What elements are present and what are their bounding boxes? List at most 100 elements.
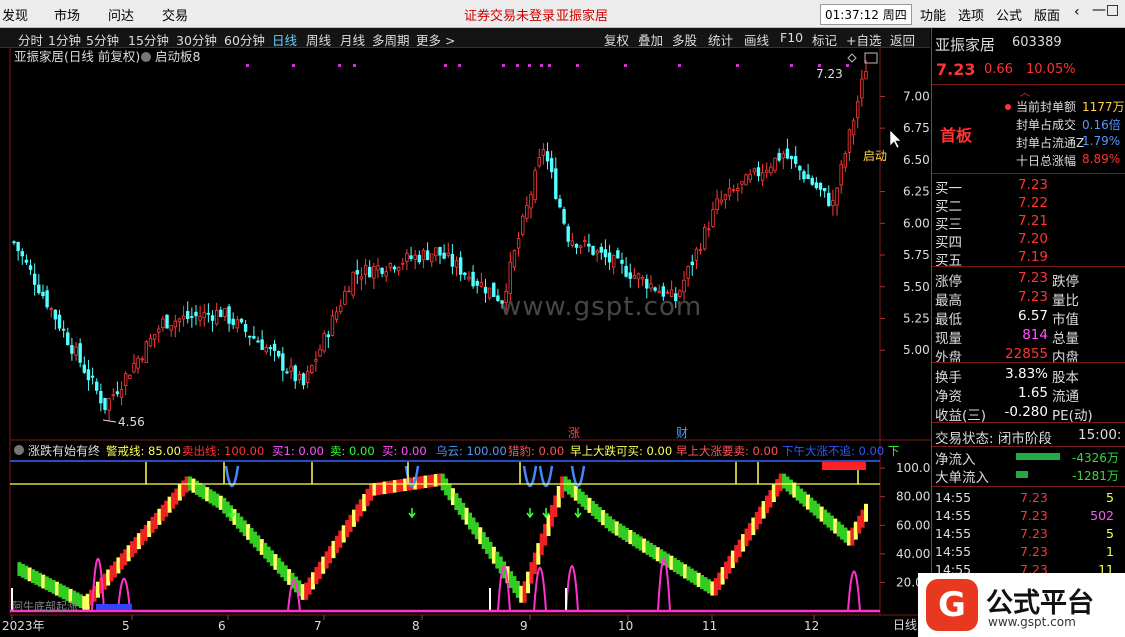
indicator-bar <box>587 497 592 513</box>
candle-body <box>835 187 839 206</box>
indicator-bar <box>819 506 824 522</box>
indicator-bar <box>143 525 148 542</box>
indicator-bar <box>689 568 694 583</box>
menu-discover[interactable]: 发现 <box>2 5 28 24</box>
menu-formula[interactable]: 公式 <box>996 5 1022 24</box>
menu-ask[interactable]: 问达 <box>108 5 134 24</box>
candle-body <box>343 290 347 305</box>
indicator-bar <box>256 535 261 552</box>
period-tab-active[interactable]: 日线 <box>272 30 297 49</box>
indicator-bar <box>529 562 534 584</box>
tool-button[interactable]: 画线 <box>744 30 769 49</box>
period-tab[interactable]: 周线 <box>306 30 331 49</box>
signal-dot <box>624 64 627 67</box>
period-tab[interactable]: 月线 <box>340 30 365 49</box>
back-arrow-icon[interactable]: ‹ <box>1074 4 1080 20</box>
board-info-key: 封单占成交 <box>1016 118 1077 132</box>
tool-button[interactable]: 叠加 <box>638 30 663 49</box>
indicator-bar <box>119 553 124 570</box>
indicator-bar <box>338 530 343 548</box>
menu-market[interactable]: 市场 <box>54 5 80 24</box>
indicator-tick-label: 80.00 <box>896 490 930 504</box>
tool-button[interactable]: 统计 <box>708 30 733 49</box>
period-tab[interactable]: 1分钟 <box>48 30 81 49</box>
indicator-bar <box>560 476 565 498</box>
candle-body <box>223 307 227 317</box>
stat-key: 涨停 <box>935 274 962 290</box>
indicator-bar <box>775 479 780 497</box>
stat-key: 换手 <box>935 370 962 386</box>
indicator-toggle-icon[interactable] <box>141 52 151 62</box>
tool-button[interactable]: 复权 <box>604 30 629 49</box>
candle-body <box>454 260 459 268</box>
period-tab[interactable]: 分时 <box>18 30 43 49</box>
board-dot-icon <box>1005 104 1011 110</box>
menu-trade[interactable]: 交易 <box>162 5 188 24</box>
indicator-bar <box>211 491 216 506</box>
period-tab[interactable]: 60分钟 <box>224 30 265 49</box>
candle-body <box>128 374 132 379</box>
finance-marker[interactable]: 财 <box>676 426 688 440</box>
indicator-settings-icon[interactable] <box>14 445 24 455</box>
candle-body <box>417 254 422 263</box>
tool-button[interactable]: 标记 <box>812 30 837 49</box>
chart-area[interactable]: 亚振家居(日线 前复权) 启动板8 5.00 5.25 5.50 5.75 6.00 6.… <box>0 48 931 637</box>
menu-layout[interactable]: 版面 <box>1034 5 1060 24</box>
quote-panel: 亚振家居 603389 7.23 0.66 10.05% ︿ 首板 当前封单额 1… <box>931 28 1125 637</box>
menu-function[interactable]: 功能 <box>920 5 946 24</box>
bid-row: 买五 7.19 <box>932 249 1125 269</box>
candle-body <box>95 381 99 391</box>
indicator-bar <box>348 514 353 533</box>
indicator-bar <box>843 527 848 543</box>
indicator-bar <box>201 485 206 500</box>
candle-body <box>70 345 74 354</box>
indicator-bar <box>123 549 128 566</box>
candle-body <box>810 177 814 185</box>
indicator-bar <box>829 515 834 531</box>
expand-caret-icon[interactable]: ︿ <box>1020 84 1030 99</box>
more-tab[interactable]: 更多 > <box>416 30 455 49</box>
price-change-pct: 10.05% <box>1026 62 1076 77</box>
signal-dot <box>516 64 519 67</box>
candle-body <box>607 252 612 263</box>
candle-body <box>612 255 616 268</box>
tool-button[interactable]: 多股 <box>672 30 697 49</box>
candle-body <box>628 272 632 279</box>
candle-body <box>616 250 620 259</box>
indicator-bar <box>727 556 732 574</box>
tool-button[interactable]: F10 <box>780 30 803 45</box>
menu-options[interactable]: 选项 <box>958 5 984 24</box>
candle-body <box>405 252 409 262</box>
indicator-bar <box>471 517 476 535</box>
price-tick-label: 5.25 <box>903 311 930 325</box>
candle-body <box>537 156 541 167</box>
indicator-bar <box>65 587 70 601</box>
period-tab[interactable]: 30分钟 <box>176 30 217 49</box>
maximize-icon[interactable]: □ <box>1106 2 1119 18</box>
rise-marker[interactable]: 涨 <box>568 425 580 440</box>
period-tab[interactable]: 多周期 <box>372 30 410 49</box>
candle-body <box>330 315 335 336</box>
indicator-bar <box>130 541 135 558</box>
indicator-bar <box>604 513 609 529</box>
signal-dot <box>790 64 793 67</box>
indicator-bar <box>734 545 739 563</box>
indicator-bar <box>239 516 244 533</box>
add-watchlist-button[interactable]: +自选 <box>846 30 881 49</box>
minimize-icon[interactable]: — <box>1092 2 1106 18</box>
candle-body <box>702 226 707 250</box>
candle-body <box>123 373 128 387</box>
stat-value: 7.23 <box>1017 289 1048 305</box>
indicator-bar <box>61 585 66 600</box>
indicator-bar <box>225 501 230 518</box>
stat-key-2: 市值 <box>1052 312 1079 328</box>
period-tab[interactable]: 5分钟 <box>86 30 119 49</box>
price-tick-label: 6.25 <box>903 185 930 199</box>
back-button[interactable]: 返回 <box>890 30 915 49</box>
tick-time: 14:55 <box>935 508 972 523</box>
tick-time: 14:55 <box>935 544 972 559</box>
candle-body <box>719 199 723 203</box>
indicator-bar <box>744 528 749 547</box>
login-notice[interactable]: 证券交易未登录 <box>464 5 555 24</box>
period-tab[interactable]: 15分钟 <box>128 30 169 49</box>
